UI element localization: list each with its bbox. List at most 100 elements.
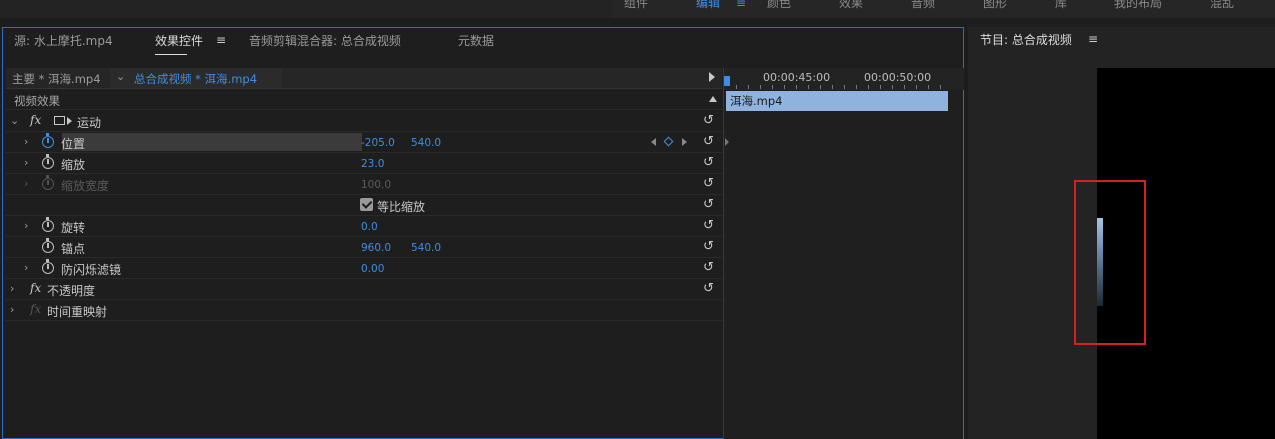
panel-menu-icon[interactable]: ≡ bbox=[1088, 32, 1098, 46]
reset-icon[interactable]: ↺ bbox=[703, 197, 714, 212]
position-y-value[interactable]: 540.0 bbox=[411, 137, 441, 149]
property-row-rotation[interactable]: › 旋转 0.0 ↺ bbox=[6, 216, 722, 237]
ruler-tick bbox=[928, 85, 929, 89]
ruler-tick bbox=[736, 85, 737, 89]
ruler-tick bbox=[772, 85, 773, 89]
chevron-right-icon[interactable]: › bbox=[24, 156, 36, 169]
effect-controls-timeline[interactable]: 00:00:45:00 00:00:50:00 洱海.mp4 bbox=[723, 68, 964, 439]
stopwatch-icon[interactable] bbox=[42, 133, 54, 148]
workspace-tab-effects[interactable]: 效果 bbox=[839, 0, 863, 11]
chevron-down-icon[interactable]: ⌄ bbox=[116, 70, 125, 83]
effect-row-time-remap[interactable]: › fx 时间重映射 bbox=[6, 300, 722, 321]
ruler-tick bbox=[856, 85, 857, 89]
ruler-tick bbox=[748, 85, 749, 89]
workspace-tab-graphics[interactable]: 图形 bbox=[983, 0, 1007, 11]
chevron-right-icon[interactable]: › bbox=[10, 282, 22, 295]
rotation-value[interactable]: 0.0 bbox=[361, 221, 378, 233]
motion-label: 运动 bbox=[77, 116, 102, 130]
position-x-value[interactable]: -205.0 bbox=[361, 137, 395, 149]
chevron-down-icon[interactable]: ⌄ bbox=[10, 114, 22, 127]
tab-effect-controls[interactable]: 效果控件 bbox=[155, 32, 203, 55]
workspace-tab-my-layout[interactable]: 我的布局 bbox=[1114, 0, 1162, 11]
stopwatch-icon[interactable] bbox=[42, 217, 54, 232]
collapse-up-icon[interactable] bbox=[709, 96, 717, 102]
rotation-label: 旋转 bbox=[61, 221, 86, 235]
property-row-position[interactable]: › 位置 -205.0 540.0 ↺ bbox=[6, 132, 722, 153]
property-row-anchor[interactable]: 锚点 960.0 540.0 ↺ bbox=[6, 237, 722, 258]
clip-header-row: 主要 * 洱海.mp4 ⌄ 总合成视频 * 洱海.mp4 bbox=[6, 68, 722, 89]
program-monitor-title[interactable]: 节目: 总合成视频 bbox=[980, 31, 1072, 48]
position-label: 位置 bbox=[61, 137, 86, 151]
motion-transform-icon[interactable] bbox=[54, 116, 65, 125]
reset-icon[interactable]: ↺ bbox=[703, 239, 714, 254]
play-triangle-icon[interactable] bbox=[709, 72, 715, 82]
sequence-clip-selector[interactable]: ⌄ 总合成视频 * 洱海.mp4 bbox=[110, 68, 282, 88]
time-remap-label: 时间重映射 bbox=[47, 305, 108, 319]
stopwatch-icon[interactable] bbox=[42, 154, 54, 169]
add-keyframe-icon[interactable] bbox=[663, 136, 674, 147]
reset-icon[interactable]: ↺ bbox=[703, 155, 714, 170]
playhead-marker[interactable] bbox=[724, 76, 730, 86]
flicker-value[interactable]: 0.00 bbox=[361, 263, 384, 275]
chevron-right-icon[interactable]: › bbox=[24, 261, 36, 274]
workspace-tab-editing[interactable]: 编辑 bbox=[696, 0, 720, 11]
workspace-bar: 组件 编辑 ≡ 颜色 效果 音频 图形 库 我的布局 混乱 bbox=[0, 0, 1275, 18]
workspace-menu-icon[interactable]: ≡ bbox=[736, 0, 746, 10]
timeline-clip[interactable]: 洱海.mp4 bbox=[726, 91, 948, 111]
next-keyframe-icon[interactable] bbox=[682, 138, 687, 146]
reset-icon[interactable]: ↺ bbox=[703, 134, 714, 149]
scale-value[interactable]: 23.0 bbox=[361, 158, 384, 170]
reset-icon[interactable]: ↺ bbox=[703, 281, 714, 296]
stopwatch-icon[interactable] bbox=[42, 259, 54, 274]
ruler-tick bbox=[820, 85, 821, 89]
tab-audio-clip-mixer[interactable]: 音频剪辑混合器: 总合成视频 bbox=[249, 32, 401, 49]
stopwatch-icon[interactable] bbox=[42, 238, 54, 253]
property-row-uniform-scale: 等比缩放 ↺ bbox=[6, 195, 722, 216]
stopwatch-icon bbox=[42, 175, 54, 190]
tab-metadata[interactable]: 元数据 bbox=[458, 32, 494, 49]
workspace-tab-color[interactable]: 颜色 bbox=[767, 0, 791, 11]
reset-icon[interactable]: ↺ bbox=[703, 218, 714, 233]
video-effects-header: 视频效果 bbox=[6, 90, 722, 110]
workspace-tab-assembly[interactable]: 组件 bbox=[624, 0, 648, 11]
workspace-tab-audio[interactable]: 音频 bbox=[911, 0, 935, 11]
ruler-tick bbox=[880, 85, 881, 89]
fx-toggle-icon[interactable]: fx bbox=[30, 281, 41, 295]
ruler-tick bbox=[844, 85, 845, 89]
anchor-label: 锚点 bbox=[61, 242, 86, 256]
uniform-scale-label: 等比缩放 bbox=[377, 200, 426, 214]
ruler-tick bbox=[916, 85, 917, 89]
tab-source[interactable]: 源: 水上摩托.mp4 bbox=[14, 32, 113, 49]
anchor-y-value[interactable]: 540.0 bbox=[411, 242, 441, 254]
effect-row-opacity[interactable]: › fx 不透明度 ↺ bbox=[6, 279, 722, 300]
workspace-tab-libraries[interactable]: 库 bbox=[1055, 0, 1067, 11]
opacity-label: 不透明度 bbox=[47, 284, 96, 298]
timecode-label: 00:00:50:00 bbox=[864, 71, 932, 84]
chevron-right-icon[interactable]: › bbox=[10, 303, 22, 316]
keyframe-marker-icon[interactable] bbox=[725, 138, 729, 146]
anchor-x-value[interactable]: 960.0 bbox=[361, 242, 391, 254]
ruler-tick bbox=[808, 85, 809, 89]
panel-menu-icon[interactable]: ≡ bbox=[216, 33, 226, 47]
reset-icon[interactable]: ↺ bbox=[703, 176, 714, 191]
property-row-scale[interactable]: › 缩放 23.0 ↺ bbox=[6, 153, 722, 174]
uniform-scale-checkbox[interactable] bbox=[360, 198, 373, 211]
effect-row-motion[interactable]: ⌄ fx 运动 ↺ bbox=[6, 111, 722, 132]
ruler-tick bbox=[796, 85, 797, 89]
chevron-right-icon[interactable]: › bbox=[24, 135, 36, 148]
fx-toggle-icon[interactable]: fx bbox=[30, 113, 41, 127]
reset-icon[interactable]: ↺ bbox=[703, 113, 714, 128]
chevron-right-icon[interactable]: › bbox=[24, 219, 36, 232]
chevron-right-icon: › bbox=[24, 177, 29, 190]
reset-icon[interactable]: ↺ bbox=[703, 260, 714, 275]
ruler-tick bbox=[832, 85, 833, 89]
workspace-tab-mess[interactable]: 混乱 bbox=[1210, 0, 1234, 11]
property-row-flicker[interactable]: › 防闪烁滤镜 0.00 ↺ bbox=[6, 258, 722, 279]
timeline-ruler[interactable]: 00:00:45:00 00:00:50:00 bbox=[724, 68, 964, 90]
prev-keyframe-icon[interactable] bbox=[651, 138, 656, 146]
sequence-clip-label[interactable]: 总合成视频 * 洱海.mp4 bbox=[134, 71, 257, 87]
ruler-tick bbox=[940, 85, 941, 89]
selection-highlight-box bbox=[1074, 180, 1146, 345]
ruler-tick bbox=[868, 85, 869, 89]
master-clip-label[interactable]: 主要 * 洱海.mp4 bbox=[12, 71, 101, 87]
